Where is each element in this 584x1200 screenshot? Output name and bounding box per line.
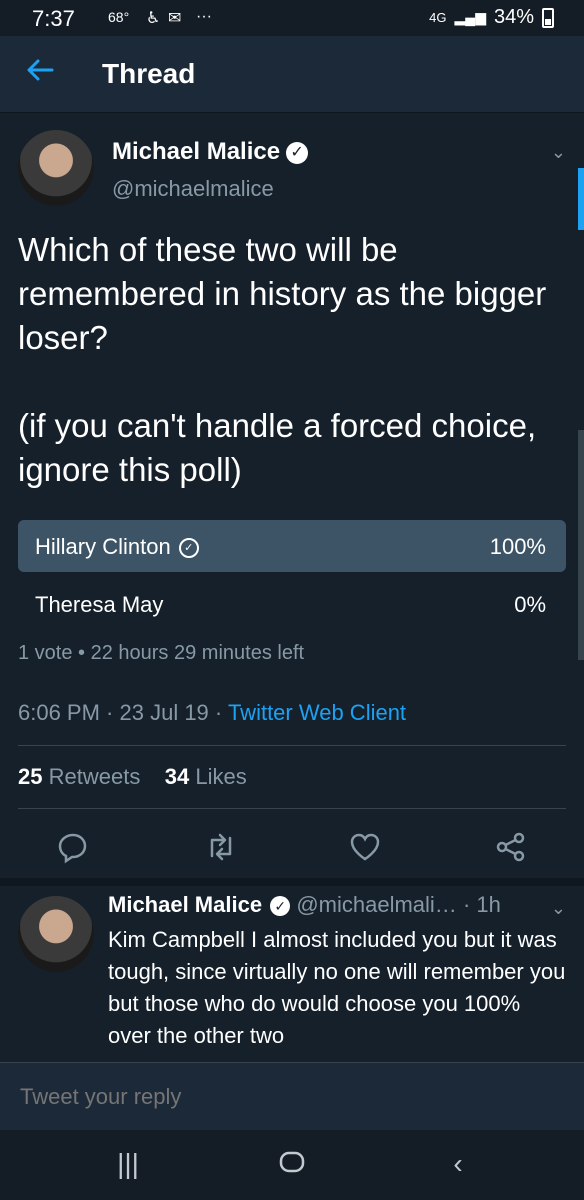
tweet-time: 6:06 PM xyxy=(18,700,100,725)
scroll-indicator[interactable] xyxy=(578,168,584,230)
retweets-stat[interactable]: 25 Retweets xyxy=(18,764,140,789)
poll-option: Hillary Clinton ✓ 100% xyxy=(18,520,566,572)
scroll-track[interactable] xyxy=(578,430,584,660)
status-right: 4G ▂▄▆ 34% xyxy=(429,6,554,29)
author-name-line[interactable]: Michael Malice ✓ xyxy=(112,138,309,166)
chevron-down-icon[interactable]: ⌄ xyxy=(551,142,566,163)
author-name: Michael Malice xyxy=(112,138,281,165)
message-icon: ✉ xyxy=(168,10,182,27)
poll-option-label: Hillary Clinton ✓ xyxy=(35,534,199,560)
poll-option-label: Theresa May xyxy=(35,592,164,617)
heart-icon[interactable] xyxy=(348,830,382,864)
poll-option: Theresa May 0% xyxy=(18,578,566,630)
tweet-timestamp: 6:06 PM · 23 Jul 19 · Twitter Web Client xyxy=(18,700,407,725)
share-icon[interactable] xyxy=(494,830,528,864)
divider xyxy=(18,745,566,746)
poll-meta: 1 vote • 22 hours 29 minutes left xyxy=(18,642,305,664)
battery-percent: 34% xyxy=(493,6,534,28)
reply-author-avatar[interactable] xyxy=(18,896,94,972)
app-header: Thread xyxy=(0,36,584,113)
reply-author-name: Michael Malice xyxy=(108,892,263,917)
accessibility-icon: ♿ xyxy=(146,10,161,27)
status-temperature: 68° xyxy=(108,9,130,25)
status-bar: 7:37 68° ♿ ✉ ··· 4G ▂▄▆ 34% xyxy=(0,0,584,36)
chevron-down-icon[interactable]: ⌄ xyxy=(551,898,566,919)
thread-separator xyxy=(0,878,584,886)
retweet-icon[interactable] xyxy=(204,830,238,864)
tweet-text: Which of these two will be remembered in… xyxy=(18,231,547,488)
battery-icon xyxy=(542,7,554,28)
signal-icon: ▂▄▆ xyxy=(454,9,486,25)
recent-apps-icon[interactable]: ||| xyxy=(108,1148,148,1180)
divider xyxy=(18,808,566,809)
page-title: Thread xyxy=(102,58,196,89)
poll-option-percent: 0% xyxy=(514,592,546,617)
reply-icon[interactable] xyxy=(56,830,90,864)
likes-stat[interactable]: 34 Likes xyxy=(165,764,247,789)
action-bar xyxy=(0,822,584,870)
reply-dot: · xyxy=(462,892,471,917)
network-label: 4G xyxy=(429,10,447,25)
more-notifications-icon: ··· xyxy=(196,8,212,25)
client-link[interactable]: Twitter Web Client xyxy=(228,700,406,725)
reply-text: Kim Campbell I almost included you but i… xyxy=(108,927,566,1048)
author-avatar[interactable] xyxy=(18,130,94,206)
verified-badge-icon: ✓ xyxy=(270,896,291,917)
author-handle[interactable]: @michaelmalice xyxy=(112,176,274,202)
reply-header[interactable]: Michael Malice ✓ @michaelmali… · 1h xyxy=(108,892,501,918)
checkmark-circle-icon: ✓ xyxy=(178,538,199,559)
tweet-date: 23 Jul 19 xyxy=(119,700,209,725)
reply-time: 1h xyxy=(476,892,501,917)
verified-badge-icon: ✓ xyxy=(286,141,309,164)
poll-option-percent: 100% xyxy=(489,534,546,559)
reply-author-handle: @michaelmali… xyxy=(296,892,457,917)
back-arrow-icon[interactable] xyxy=(24,54,56,86)
home-icon[interactable] xyxy=(272,1148,312,1183)
system-nav-bar: ||| ‹ xyxy=(0,1130,584,1200)
tweet-stats: 25 Retweets 34 Likes xyxy=(18,764,247,790)
reply-input[interactable] xyxy=(18,1083,562,1111)
back-icon[interactable]: ‹ xyxy=(438,1148,478,1180)
reply-composer xyxy=(0,1062,584,1131)
status-time: 7:37 xyxy=(32,6,75,31)
